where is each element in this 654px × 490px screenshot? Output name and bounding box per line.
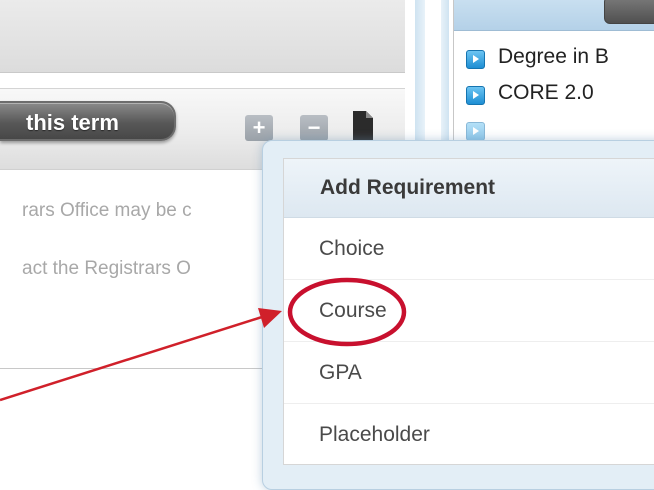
document-icon[interactable] bbox=[350, 109, 376, 143]
pane-header bbox=[0, 0, 405, 73]
menu-item-course[interactable]: Course bbox=[284, 280, 654, 342]
this-term-button[interactable]: this term bbox=[0, 101, 176, 141]
minus-icon[interactable]: − bbox=[300, 115, 328, 141]
add-requirement-menu: Add Requirement Choice Course GPA Placeh… bbox=[283, 158, 654, 465]
menu-item-placeholder[interactable]: Placeholder bbox=[284, 404, 654, 465]
menu-item-choice[interactable]: Choice bbox=[284, 218, 654, 280]
notice-text: act the Registrars O bbox=[22, 258, 191, 279]
menu-item-gpa[interactable]: GPA bbox=[284, 342, 654, 404]
menu-title: Add Requirement bbox=[284, 159, 654, 218]
tree-item-label: CORE 2.0 bbox=[498, 81, 594, 104]
plus-icon[interactable]: + bbox=[245, 115, 273, 141]
divider-line bbox=[0, 368, 275, 369]
tree-item[interactable]: Degree in B bbox=[466, 44, 654, 74]
degree-icon bbox=[466, 122, 485, 141]
degree-icon bbox=[466, 50, 485, 69]
notice-text: rars Office may be c bbox=[22, 200, 192, 221]
header-tab-button[interactable] bbox=[604, 0, 654, 24]
add-requirement-popup: Add Requirement Choice Course GPA Placeh… bbox=[262, 140, 654, 490]
tree-item-label: Degree in B bbox=[498, 45, 609, 68]
degree-icon bbox=[466, 86, 485, 105]
tree-header bbox=[454, 0, 654, 31]
tree-item[interactable]: CORE 2.0 bbox=[466, 80, 654, 110]
